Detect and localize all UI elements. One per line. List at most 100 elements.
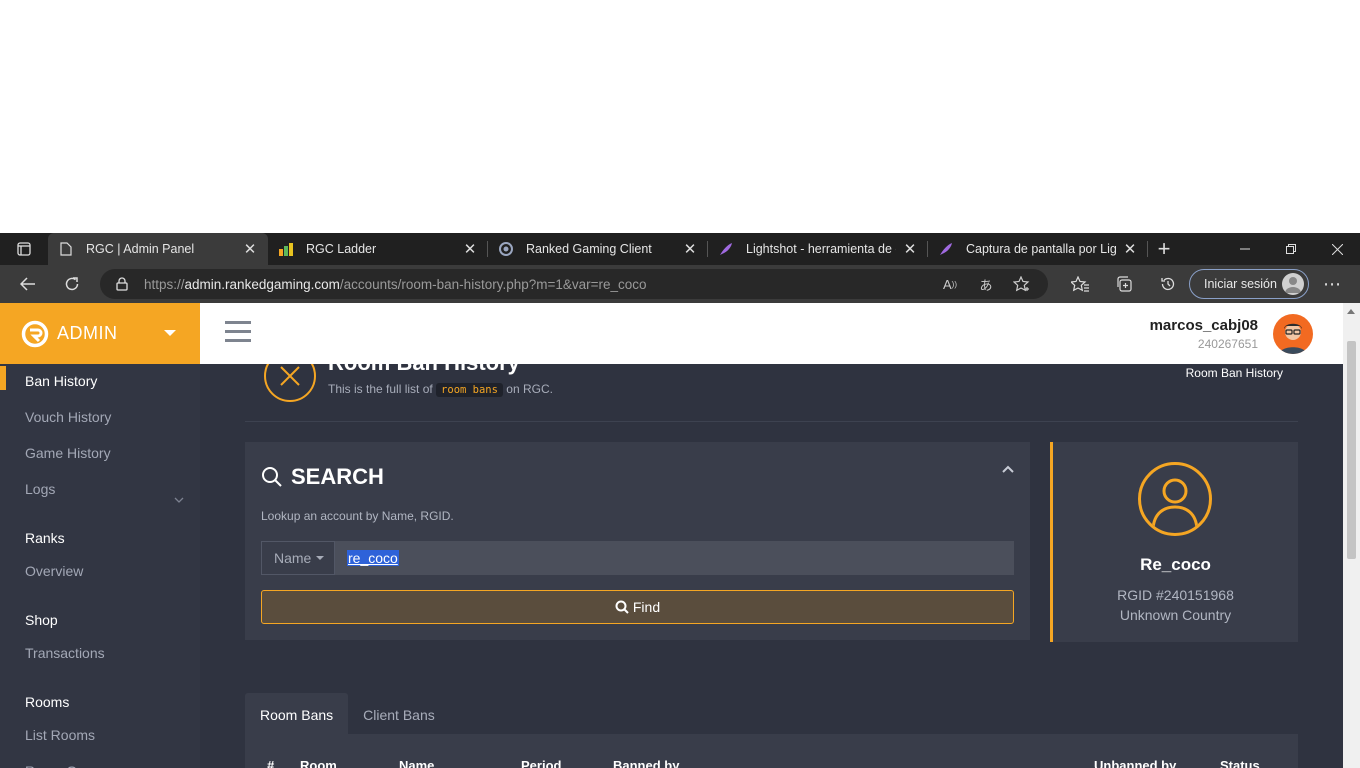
browser-tab[interactable]: Ranked Gaming Client ✕ bbox=[488, 233, 708, 265]
sidebar-header-rooms: Rooms bbox=[25, 694, 70, 710]
subtitle-code: room bans bbox=[436, 383, 503, 397]
refresh-button[interactable] bbox=[50, 265, 94, 303]
sidebar-item-room-games[interactable]: Room Games bbox=[0, 756, 200, 768]
column-header[interactable]: Period bbox=[521, 758, 561, 768]
find-button[interactable]: Find bbox=[261, 590, 1014, 624]
column-header[interactable]: Banned by bbox=[613, 758, 679, 768]
bar-chart-favicon-icon bbox=[278, 241, 294, 257]
chevron-down-icon bbox=[174, 486, 184, 516]
restore-icon[interactable] bbox=[1268, 233, 1314, 265]
user-avatar[interactable] bbox=[1273, 314, 1313, 354]
minimize-icon[interactable] bbox=[1222, 233, 1268, 265]
more-menu-icon[interactable]: ⋯ bbox=[1312, 265, 1352, 303]
favorites-icon[interactable] bbox=[1058, 265, 1102, 303]
breadcrumb[interactable]: Room Ban History bbox=[1186, 366, 1283, 380]
avatar-face-icon bbox=[1279, 323, 1307, 354]
sidebar: ADMIN Ban History Vouch History Game His… bbox=[0, 303, 200, 768]
search-type-dropdown[interactable]: Name bbox=[261, 541, 335, 575]
page-scrollbar[interactable] bbox=[1343, 303, 1360, 768]
caret-down-icon[interactable] bbox=[164, 330, 176, 336]
tab-title: Captura de pantalla por Light bbox=[966, 242, 1116, 256]
page-title: Room Ban History bbox=[328, 364, 520, 376]
header-divider bbox=[245, 421, 1298, 422]
user-info[interactable]: marcos_cabj08 240267651 bbox=[1150, 317, 1258, 351]
tab-title: Ranked Gaming Client bbox=[526, 242, 652, 256]
tab-title: Lightshot - herramienta de ca bbox=[746, 242, 896, 256]
brand-header[interactable]: ADMIN bbox=[0, 303, 200, 364]
sidebar-item-game-history[interactable]: Game History bbox=[0, 438, 200, 474]
url-field[interactable]: https://admin.rankedgaming.com/accounts/… bbox=[100, 269, 1048, 299]
add-favorite-icon[interactable] bbox=[1004, 274, 1040, 294]
profile-avatar-icon bbox=[1282, 273, 1304, 295]
chevron-up-icon[interactable] bbox=[1002, 460, 1014, 478]
sidebar-header-shop: Shop bbox=[25, 612, 58, 628]
translate-icon[interactable]: あ bbox=[968, 274, 1004, 294]
sidebar-item-label: Logs bbox=[25, 481, 56, 497]
sidebar-item-overview[interactable]: Overview bbox=[0, 556, 200, 592]
search-description: Lookup an account by Name, RGID. bbox=[261, 509, 454, 523]
column-header[interactable]: Room bbox=[300, 758, 337, 768]
close-tab-icon[interactable]: ✕ bbox=[462, 241, 478, 258]
tab-client-bans[interactable]: Client Bans bbox=[348, 693, 450, 737]
refresh-icon bbox=[65, 277, 79, 291]
caret-down-icon bbox=[316, 556, 325, 560]
browser-tab[interactable]: RGC | Admin Panel ✕ bbox=[48, 233, 268, 265]
scrollbar-thumb[interactable] bbox=[1347, 341, 1356, 559]
tab-actions-icon bbox=[17, 242, 31, 256]
browser-address-bar: https://admin.rankedgaming.com/accounts/… bbox=[0, 265, 1360, 303]
search-icon bbox=[615, 600, 629, 614]
scroll-up-icon[interactable] bbox=[1347, 309, 1355, 314]
sidebar-item-logs[interactable]: Logs bbox=[0, 474, 200, 510]
page-icon bbox=[58, 241, 74, 257]
close-tab-icon[interactable]: ✕ bbox=[902, 241, 918, 258]
profile-name: Re_coco bbox=[1140, 555, 1211, 574]
signin-label: Iniciar sesión bbox=[1204, 277, 1277, 291]
close-window-icon[interactable] bbox=[1314, 233, 1360, 265]
top-bar: marcos_cabj08 240267651 bbox=[200, 303, 1343, 364]
user-silhouette-icon bbox=[1138, 462, 1212, 536]
browser-tab[interactable]: Lightshot - herramienta de ca ✕ bbox=[708, 233, 928, 265]
sidebar-item-transactions[interactable]: Transactions bbox=[0, 638, 200, 674]
feather-favicon-icon bbox=[938, 241, 954, 257]
page: ADMIN Ban History Vouch History Game His… bbox=[0, 303, 1360, 768]
blank-area bbox=[0, 0, 1360, 233]
column-header[interactable]: # bbox=[267, 758, 274, 768]
tab-title: RGC Ladder bbox=[306, 242, 377, 256]
search-icon bbox=[262, 467, 282, 487]
close-tab-icon[interactable]: ✕ bbox=[682, 241, 698, 258]
bans-table: # Room Name Period Banned by Unbanned by… bbox=[245, 734, 1298, 768]
search-heading: SEARCH bbox=[261, 464, 384, 490]
sidebar-item-vouch-history[interactable]: Vouch History bbox=[0, 402, 200, 438]
dropdown-value: Name bbox=[274, 550, 312, 566]
search-input-group: Name re_coco bbox=[261, 541, 1014, 575]
tab-actions-button[interactable] bbox=[0, 233, 48, 265]
collections-icon[interactable] bbox=[1102, 265, 1146, 303]
url-text: https://admin.rankedgaming.com/accounts/… bbox=[144, 276, 647, 292]
sidebar-item-ban-history[interactable]: Ban History bbox=[0, 366, 200, 402]
read-aloud-icon[interactable]: A)) bbox=[932, 274, 968, 294]
history-icon[interactable] bbox=[1146, 265, 1190, 303]
feather-favicon-icon bbox=[718, 241, 734, 257]
tab-room-bans[interactable]: Room Bans bbox=[245, 693, 349, 737]
ban-x-icon bbox=[264, 364, 316, 402]
username: marcos_cabj08 bbox=[1149, 317, 1258, 334]
find-label: Find bbox=[632, 599, 661, 615]
browser-tab[interactable]: Captura de pantalla por Light ✕ bbox=[928, 233, 1148, 265]
column-header[interactable]: Status bbox=[1220, 758, 1260, 768]
close-tab-icon[interactable]: ✕ bbox=[242, 241, 258, 258]
sidebar-item-list-rooms[interactable]: List Rooms bbox=[0, 720, 200, 756]
signin-button[interactable]: Iniciar sesión bbox=[1189, 269, 1309, 299]
rgc-favicon-icon bbox=[498, 241, 514, 257]
close-tab-icon[interactable]: ✕ bbox=[1122, 241, 1138, 258]
browser-tab[interactable]: RGC Ladder ✕ bbox=[268, 233, 488, 265]
main-content: Room Ban History This is the full list o… bbox=[200, 364, 1343, 768]
back-button[interactable] bbox=[6, 265, 50, 303]
new-tab-button[interactable]: + bbox=[1148, 233, 1180, 265]
hamburger-menu-icon[interactable] bbox=[225, 321, 251, 348]
tab-title: RGC | Admin Panel bbox=[86, 242, 195, 256]
column-header[interactable]: Unbanned by bbox=[1094, 758, 1176, 768]
bans-tabs: Room Bans Client Bans bbox=[245, 693, 450, 737]
profile-rgid: RGID #240151968 bbox=[1117, 587, 1234, 603]
search-input[interactable]: re_coco bbox=[335, 541, 1014, 575]
column-header[interactable]: Name bbox=[399, 758, 434, 768]
